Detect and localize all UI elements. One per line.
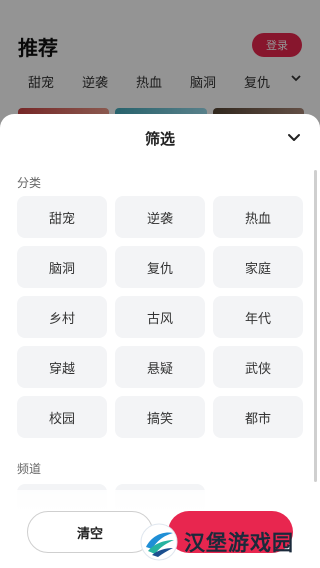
filter-chip[interactable]: 武侠 [213, 346, 303, 388]
watermark-text: 汉堡游戏园 [184, 530, 294, 555]
sheet-header: 筛选 [0, 114, 320, 162]
filter-sheet: 筛选 分类 甜宠 逆袭 热血 脑洞 复仇 家庭 乡村 古风 年代 穿越 悬疑 武… [0, 114, 320, 568]
filter-chip[interactable]: 甜宠 [17, 196, 107, 238]
watermark-logo-icon [140, 523, 178, 561]
chevron-down-icon[interactable] [286, 129, 302, 145]
filter-chip[interactable]: 乡村 [17, 296, 107, 338]
clear-button[interactable]: 清空 [27, 511, 153, 553]
section-label-category: 分类 [17, 176, 42, 190]
filter-chip[interactable]: 都市 [213, 396, 303, 438]
filter-chip[interactable]: 年代 [213, 296, 303, 338]
filter-chip[interactable]: 古风 [115, 296, 205, 338]
filter-chip[interactable]: 家庭 [213, 246, 303, 288]
filter-chip[interactable]: 搞笑 [115, 396, 205, 438]
scrollbar[interactable] [314, 170, 317, 482]
filter-chip[interactable]: 复仇 [115, 246, 205, 288]
section-label-channel: 频道 [17, 462, 42, 476]
category-grid: 甜宠 逆袭 热血 脑洞 复仇 家庭 乡村 古风 年代 穿越 悬疑 武侠 校园 搞… [17, 196, 304, 438]
sheet-title: 筛选 [144, 130, 175, 148]
filter-chip[interactable]: 校园 [17, 396, 107, 438]
filter-chip[interactable]: 穿越 [17, 346, 107, 388]
filter-chip[interactable]: 悬疑 [115, 346, 205, 388]
watermark: 汉堡游戏园 [140, 519, 316, 565]
filter-chip[interactable]: 脑洞 [17, 246, 107, 288]
filter-chip[interactable]: 热血 [213, 196, 303, 238]
filter-chip[interactable]: 逆袭 [115, 196, 205, 238]
